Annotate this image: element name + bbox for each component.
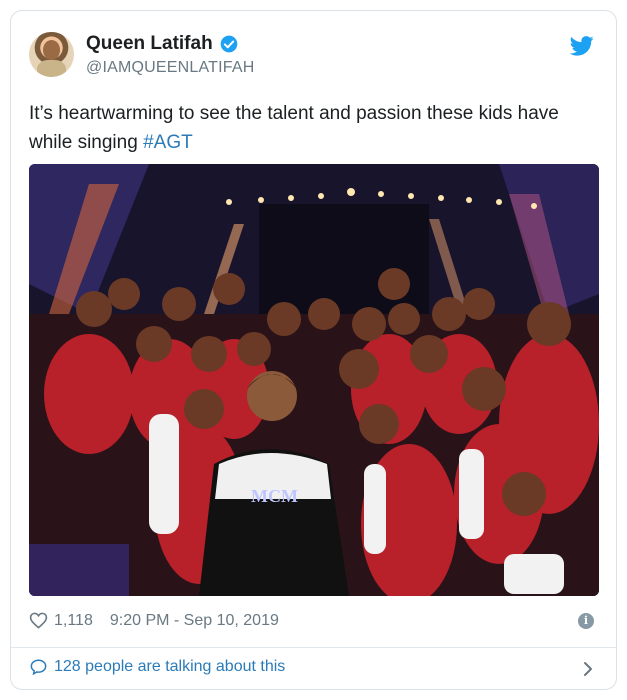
tweet-card: Queen Latifah @IAMQUEENLATIFAH It’s hear… [10,10,617,690]
svg-text:MCM: MCM [251,486,298,506]
heart-icon[interactable] [29,611,48,630]
chevron-right-icon[interactable] [582,661,594,677]
speech-bubble-icon [30,659,47,676]
photo-illustration: MCM [29,164,599,596]
tweet-photo[interactable]: MCM [29,164,599,596]
like-count[interactable]: 1,118 [54,612,93,630]
twitter-bird-icon[interactable] [570,36,594,56]
timestamp[interactable]: 9:20 PM - Sep 10, 2019 [110,612,279,630]
verified-badge-icon [220,35,238,53]
tweet-text-line2: while singing [29,132,144,153]
info-icon[interactable]: i [578,613,594,629]
avatar[interactable] [29,32,74,77]
tweet-text: It’s heartwarming to see the talent and … [29,99,599,157]
conversation-link[interactable]: 128 people are talking about this [29,658,285,676]
author-handle[interactable]: @IAMQUEENLATIFAH [86,59,255,77]
conversation-text[interactable]: 128 people are talking about this [54,658,285,676]
author-name[interactable]: Queen Latifah [86,33,213,55]
author-name-row[interactable]: Queen Latifah [86,33,239,55]
tweet-text-line1: It’s heartwarming to see the talent and … [29,103,559,124]
hashtag-link[interactable]: #AGT [143,132,193,153]
divider [11,647,616,648]
tweet-meta: 1,118 9:20 PM - Sep 10, 2019 [29,611,279,630]
